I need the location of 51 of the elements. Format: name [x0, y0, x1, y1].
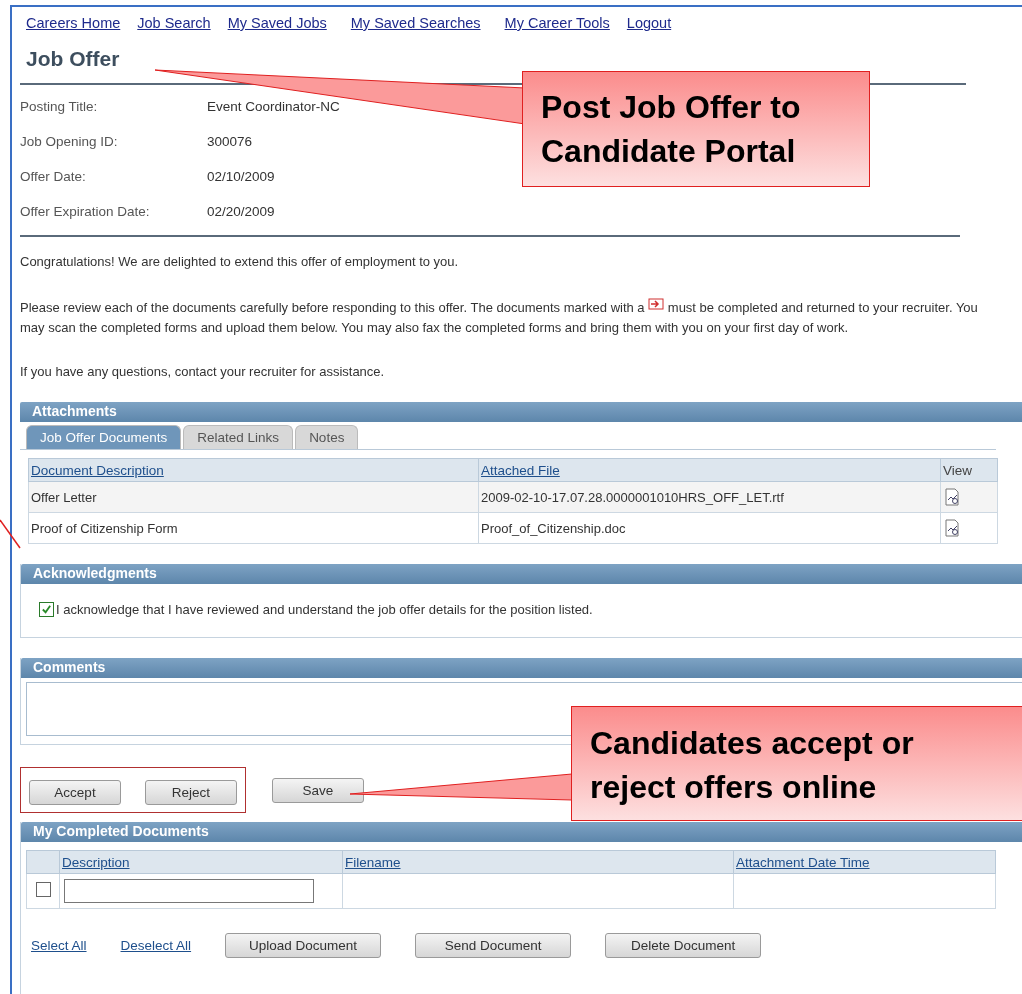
field-value: Event Coordinator-NC — [207, 99, 340, 114]
field-label: Job Opening ID: — [20, 134, 119, 149]
table-cell: Offer Letter — [28, 481, 479, 513]
nav-link[interactable]: My Saved Searches — [350, 15, 481, 31]
table-cell: Proof of Citizenship Form — [28, 512, 479, 544]
column-header[interactable]: Document Description — [28, 458, 479, 482]
checkbox[interactable] — [39, 602, 54, 617]
section-header: Acknowledgments — [21, 564, 1022, 584]
leader-line — [0, 519, 21, 549]
tab[interactable]: Related Links — [183, 425, 294, 449]
nav-link[interactable]: Logout — [626, 15, 672, 31]
nav-link[interactable]: Careers Home — [26, 15, 121, 31]
column-header[interactable]: Attachment Date Time — [733, 850, 996, 874]
document-view-icon[interactable] — [943, 488, 961, 506]
field-label: Posting Title: — [20, 99, 99, 114]
action-button[interactable]: Reject — [145, 780, 237, 805]
section-header: Comments — [21, 658, 1022, 678]
document-flag-icon — [648, 298, 665, 310]
callout-box: Post Job Offer to Candidate Portal — [522, 71, 870, 187]
nav-link[interactable]: Job Search — [137, 15, 211, 31]
document-button[interactable]: Delete Document — [605, 933, 762, 958]
field-label: Offer Date: — [20, 169, 87, 184]
column-header[interactable]: Attached File — [478, 458, 941, 482]
instructions-text: Please review each of the documents carefully before responding to this offer. The documents marked with a must be completed and returned to your recruiter. You may scan the completed forms and upload them below. You may also fax the completed forms and bring them with you on your first day of work. — [20, 300, 978, 335]
document-button[interactable]: Send Document — [415, 933, 572, 958]
nav-link[interactable]: My Saved Jobs — [227, 15, 327, 31]
document-view-icon[interactable] — [943, 519, 961, 537]
field-label: Offer Expiration Date: — [20, 204, 151, 219]
tab[interactable]: Notes — [295, 425, 359, 449]
field-value: 02/20/2009 — [207, 204, 275, 219]
section-header: Attachments — [20, 402, 1022, 422]
select-link[interactable]: Select All — [31, 938, 87, 953]
column-header: View — [940, 458, 998, 482]
column-header[interactable]: Filename — [342, 850, 734, 874]
field-value: 300076 — [207, 134, 253, 149]
acknowledgment-text: I acknowledge that I have reviewed and understand the job offer details for the position listed. — [56, 602, 593, 617]
callout-box: Candidates accept or reject offers online — [571, 706, 1022, 821]
checkbox[interactable] — [35, 882, 51, 897]
action-button[interactable]: Accept — [29, 780, 121, 805]
select-link[interactable]: Deselect All — [120, 938, 192, 953]
nav-link[interactable]: My Career Tools — [504, 15, 610, 31]
intro-text: Congratulations! We are delighted to extend this offer of employment to you. — [20, 253, 460, 271]
section-header: My Completed Documents — [21, 822, 1022, 842]
table-cell: Proof_of_Citizenship.doc — [478, 512, 941, 544]
column-header[interactable]: Description — [59, 850, 343, 874]
description-field[interactable] — [64, 879, 314, 903]
contact-text: If you have any questions, contact your recruiter for assistance. — [20, 363, 386, 381]
field-value: 02/10/2009 — [207, 169, 275, 184]
action-button[interactable]: Save — [272, 777, 364, 803]
table-cell: 2009-02-10-17.07.28.0000001010HRS_OFF_LET.rtf — [478, 481, 941, 513]
document-button[interactable]: Upload Document — [225, 933, 382, 958]
